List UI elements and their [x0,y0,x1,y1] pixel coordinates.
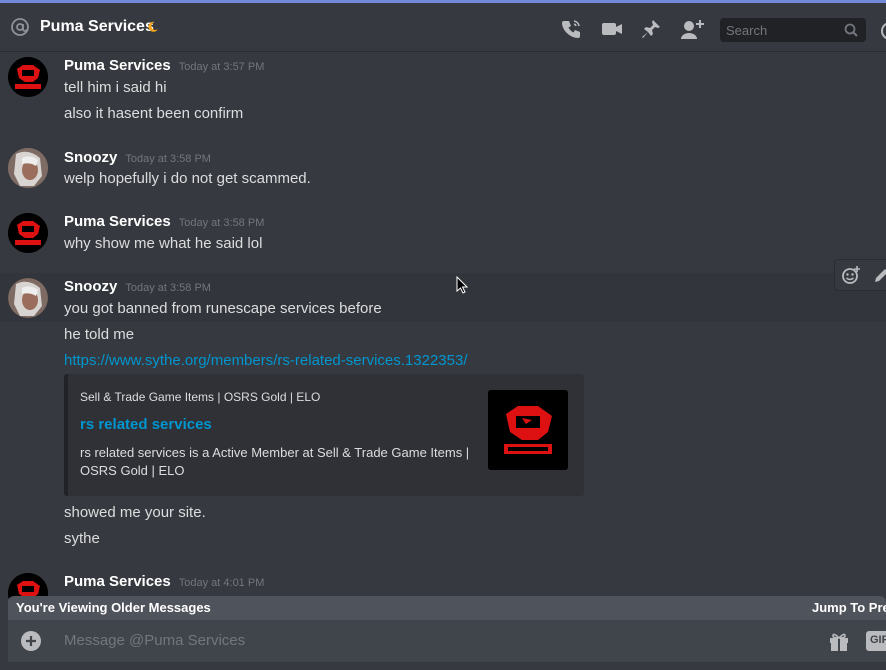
author-name[interactable]: Puma Services [64,213,171,230]
user-photo-icon [8,278,48,318]
embed-title[interactable]: rs related services [80,416,212,433]
author-name[interactable]: Snoozy [64,278,117,295]
message-link[interactable]: https://www.sythe.org/members/rs-related… [64,352,468,369]
message-actions [834,259,886,291]
older-messages-text: You're Viewing Older Messages [16,600,211,615]
message-timestamp: Today at 3:58 PM [178,217,265,229]
avatar[interactable] [8,278,48,318]
embed-thumbnail[interactable] [488,390,568,470]
jump-to-present-button[interactable]: Jump To Present [812,600,886,615]
avatar[interactable] [8,148,48,188]
message-input[interactable]: Message @Puma Services [64,632,245,649]
link-embed: Sell & Trade Game Items | OSRS Gold | EL… [64,374,584,496]
message-text: also it hasent been confirm [64,105,244,122]
message-author[interactable]: Snoozy Today at 3:58 PM [64,278,211,295]
embed-provider[interactable]: Sell & Trade Game Items | OSRS Gold | EL… [80,390,320,404]
cursor-icon [456,276,468,294]
add-reaction-icon[interactable] [841,265,861,285]
message-author[interactable]: Puma Services Today at 3:58 PM [64,213,264,230]
plus-icon[interactable] [20,630,42,652]
message-text: you got banned from runescape services b… [64,300,382,317]
search-input[interactable]: Search [726,23,767,38]
message-timestamp: Today at 3:58 PM [125,282,211,294]
message-author[interactable]: Puma Services Today at 4:01 PM [64,573,264,590]
message-timestamp: Today at 4:01 PM [178,577,265,589]
puma-logo-icon [8,213,48,253]
author-name[interactable]: Puma Services [64,57,171,74]
author-name[interactable]: Puma Services [64,573,171,590]
message-text: sythe [64,530,100,547]
help-icon[interactable] [880,21,886,41]
user-photo-icon [8,148,48,188]
gift-icon[interactable] [828,630,850,652]
message-text: showed me your site. [64,504,206,521]
puma-logo-icon [488,390,568,470]
message-text: he told me [64,326,135,343]
channel-title: Puma Services [40,18,154,35]
message-text: why show me what he said lol [64,235,263,252]
message-text: welp hopefully i do not get scammed. [64,170,311,187]
avatar[interactable] [8,57,48,97]
video-icon[interactable] [600,18,624,40]
puma-logo-icon [8,57,48,97]
call-icon[interactable] [560,18,582,40]
search-box[interactable]: Search [720,18,866,42]
pin-icon[interactable] [640,18,662,40]
author-name[interactable]: Snoozy [64,149,117,166]
older-messages-bar: You're Viewing Older Messages Jump To Pr… [8,596,886,620]
at-icon [11,18,29,36]
search-icon[interactable] [844,23,858,37]
message-author[interactable]: Snoozy Today at 3:58 PM [64,149,211,166]
embed-description: rs related services is a Active Member a… [80,445,470,478]
channel-header: Puma Services Search [0,0,886,52]
message-composer: Message @Puma Services GIF [8,620,886,662]
message-author[interactable]: Puma Services Today at 3:57 PM [64,57,264,74]
avatar[interactable] [8,213,48,253]
moon-icon [148,21,158,32]
message-text: tell him i said hi [64,79,167,96]
message-timestamp: Today at 3:57 PM [178,61,265,73]
edit-icon[interactable] [873,266,886,284]
gif-button[interactable]: GIF [866,631,886,651]
add-user-icon[interactable] [680,18,706,40]
message-timestamp: Today at 3:58 PM [125,153,211,165]
